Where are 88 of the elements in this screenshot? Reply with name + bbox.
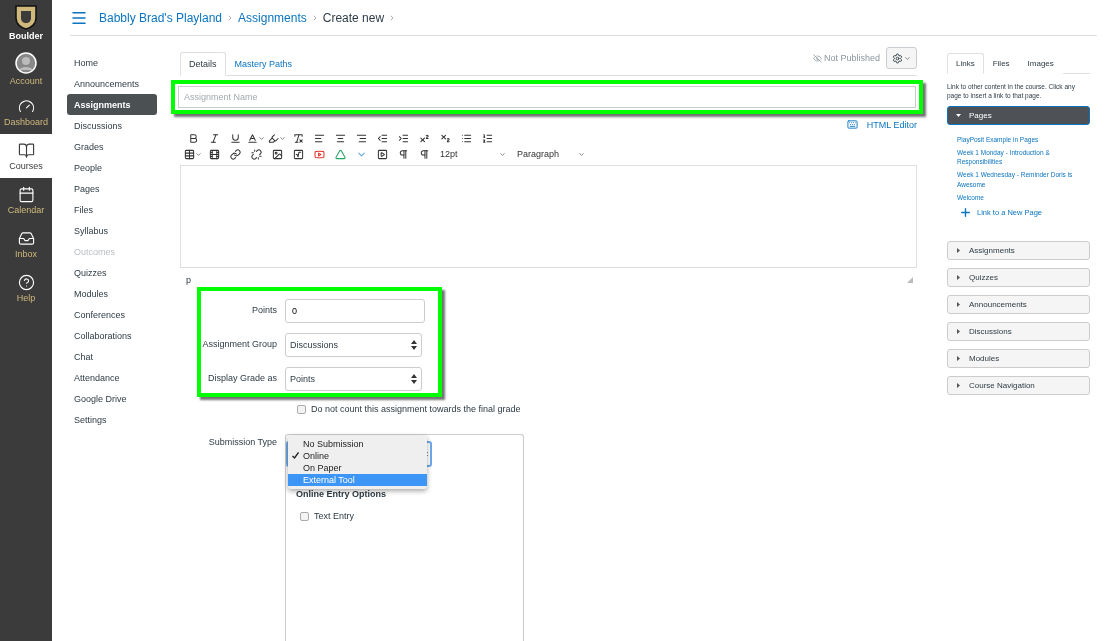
options-heading: Online Entry Options bbox=[296, 489, 387, 499]
course-nav-item[interactable]: Syllabus bbox=[67, 220, 157, 241]
section-header[interactable]: Quizzes bbox=[947, 267, 1090, 287]
help-icon bbox=[17, 273, 35, 291]
global-nav-item[interactable]: Courses bbox=[0, 134, 52, 178]
highlight-icon bbox=[268, 132, 279, 144]
section-header[interactable]: Modules bbox=[947, 348, 1090, 368]
course-nav-item[interactable]: Conferences bbox=[67, 304, 157, 325]
caret-icon bbox=[956, 301, 961, 307]
course-nav-item[interactable]: Modules bbox=[67, 283, 157, 304]
settings-icon bbox=[892, 52, 903, 64]
checkbox-label: Text Entry bbox=[314, 511, 354, 521]
html-editor-link[interactable]: HTML Editor bbox=[866, 119, 917, 130]
dashboard-icon bbox=[17, 97, 35, 115]
paragraph-format-dropdown[interactable]: Paragraph bbox=[513, 149, 589, 159]
field-label: Points bbox=[251, 304, 277, 315]
checkbox[interactable] bbox=[297, 404, 306, 414]
table-icon bbox=[184, 148, 195, 160]
number-input[interactable]: 0 bbox=[285, 299, 425, 323]
global-nav-item[interactable]: Help bbox=[0, 266, 52, 310]
tab[interactable]: Mastery Paths bbox=[225, 52, 302, 76]
field-label: Display Grade as bbox=[206, 372, 277, 383]
tab[interactable]: Details bbox=[180, 52, 226, 76]
global-nav-item[interactable]: Account bbox=[0, 48, 52, 90]
course-nav-item[interactable]: Announcements bbox=[67, 73, 157, 94]
courses-icon bbox=[17, 141, 35, 159]
course-nav-item[interactable]: Discussions bbox=[67, 115, 157, 136]
course-nav-item[interactable]: Attendance bbox=[67, 367, 157, 388]
course-nav-item[interactable]: Quizzes bbox=[67, 262, 157, 283]
settings-button[interactable] bbox=[886, 47, 917, 69]
section-header[interactable]: Discussions bbox=[947, 321, 1090, 341]
course-nav-item[interactable]: Settings bbox=[67, 409, 157, 430]
menu-option[interactable]: On Paper bbox=[288, 462, 427, 474]
resize-handle-icon[interactable] bbox=[907, 277, 913, 283]
element-path: p bbox=[186, 275, 191, 285]
plus-icon bbox=[959, 205, 972, 219]
breadcrumb-link[interactable]: Assignments bbox=[238, 10, 307, 25]
logo-icon[interactable] bbox=[13, 4, 39, 30]
caret-icon bbox=[956, 382, 961, 388]
course-nav-item[interactable]: Assignments bbox=[67, 94, 157, 115]
inbox-icon bbox=[17, 229, 35, 247]
breadcrumb-link[interactable]: Babbly Brad's Playland bbox=[99, 10, 223, 25]
calendar-icon bbox=[17, 185, 35, 203]
menu-option[interactable]: No Submission bbox=[288, 438, 427, 450]
avatar-icon bbox=[15, 52, 37, 74]
logo-text: Boulder bbox=[9, 31, 43, 41]
caret-icon bbox=[956, 113, 961, 119]
select-arrows-icon bbox=[411, 340, 417, 350]
checkbox-label: Do not count this assignment towards the final grade bbox=[311, 404, 521, 414]
course-nav-item[interactable]: Collaborations bbox=[67, 325, 157, 346]
caret-icon bbox=[499, 150, 506, 158]
course-nav-item[interactable]: Files bbox=[67, 199, 157, 220]
keyboard-icon bbox=[846, 119, 858, 130]
checkbox[interactable] bbox=[300, 511, 309, 521]
course-nav-item[interactable]: Chat bbox=[67, 346, 157, 367]
font-size-dropdown[interactable]: 12pt bbox=[436, 149, 510, 159]
caret-icon bbox=[956, 328, 961, 334]
caret-icon bbox=[279, 134, 286, 142]
caret-icon bbox=[258, 134, 265, 142]
select-arrows-icon bbox=[411, 374, 417, 384]
global-nav-item[interactable]: Calendar bbox=[0, 178, 52, 222]
course-nav-item[interactable]: Google Drive bbox=[67, 388, 157, 409]
sidebar-tab[interactable]: Links bbox=[947, 53, 984, 74]
section-header[interactable]: Course Navigation bbox=[947, 375, 1090, 395]
caret-icon bbox=[904, 54, 911, 62]
section-header[interactable]: Assignments bbox=[947, 240, 1090, 260]
section-header[interactable]: Pages bbox=[947, 106, 1090, 126]
text-color-icon bbox=[247, 132, 258, 144]
hidden-eye-icon bbox=[812, 53, 822, 63]
caret-icon bbox=[195, 150, 202, 158]
select-field[interactable]: Points bbox=[285, 367, 422, 391]
global-nav-item[interactable]: Dashboard bbox=[0, 90, 52, 134]
menu-option[interactable]: Online bbox=[288, 450, 427, 462]
field-label: Assignment Group bbox=[201, 338, 277, 349]
caret-icon bbox=[956, 247, 961, 253]
course-nav-item[interactable]: Pages bbox=[67, 178, 157, 199]
assignment-name-field[interactable]: Assignment Name bbox=[178, 86, 916, 108]
global-nav-item[interactable]: Inbox bbox=[0, 222, 52, 266]
caret-icon bbox=[956, 355, 961, 361]
select-field[interactable]: Discussions bbox=[285, 333, 422, 357]
caret-icon bbox=[956, 274, 961, 280]
course-nav-item[interactable]: Home bbox=[67, 52, 157, 73]
course-nav-item[interactable]: Grades bbox=[67, 136, 157, 157]
course-nav-item[interactable]: People bbox=[67, 157, 157, 178]
breadcrumb-link[interactable]: Create new bbox=[322, 10, 385, 25]
field-label: Submission Type bbox=[207, 436, 277, 449]
caret-icon bbox=[578, 150, 585, 158]
section-header[interactable]: Announcements bbox=[947, 294, 1090, 314]
